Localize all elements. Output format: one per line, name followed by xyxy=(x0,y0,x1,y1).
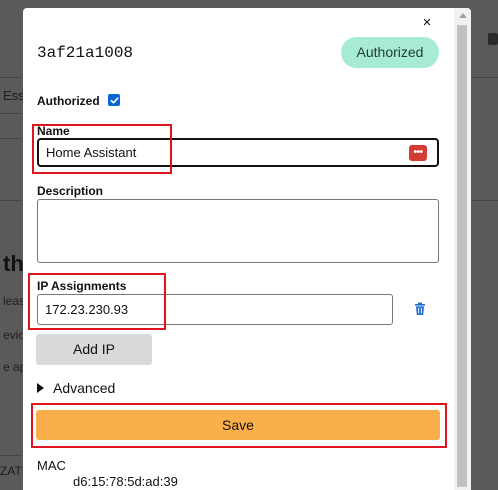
disclosure-triangle-icon xyxy=(37,383,44,393)
advanced-label: Advanced xyxy=(53,380,116,396)
name-input[interactable]: Home Assistant xyxy=(37,138,439,167)
bg-divider xyxy=(0,113,22,114)
description-textarea[interactable] xyxy=(37,199,439,263)
bg-text-fragment: leas xyxy=(3,294,26,308)
bg-icon xyxy=(488,33,498,45)
scrollbar[interactable] xyxy=(454,8,471,490)
scroll-up-arrow-icon[interactable] xyxy=(459,13,467,18)
bg-divider xyxy=(0,455,22,456)
password-manager-icon[interactable]: ••• xyxy=(409,145,427,161)
mac-value: d6:15:78:5d:ad:39 xyxy=(73,474,178,489)
bg-divider xyxy=(470,200,498,201)
node-id: 3af21a1008 xyxy=(37,44,134,62)
authorized-checkbox[interactable] xyxy=(108,94,120,106)
authorized-label: Authorized xyxy=(37,94,100,108)
bg-text-fragment: evic xyxy=(3,328,25,342)
save-button[interactable]: Save xyxy=(36,410,440,440)
bg-text-fragment: Ess xyxy=(3,88,25,103)
status-badge: Authorized xyxy=(341,37,439,68)
bg-divider xyxy=(0,77,22,78)
scrollbar-thumb[interactable] xyxy=(457,25,467,487)
bg-divider xyxy=(0,138,22,139)
bg-text-fragment: ZATI xyxy=(0,464,26,478)
close-button[interactable]: × xyxy=(416,12,438,34)
checkmark-icon xyxy=(110,96,118,104)
add-ip-button[interactable]: Add IP xyxy=(36,334,152,365)
bg-heading-fragment: th xyxy=(3,251,24,276)
member-detail-modal: × 3af21a1008 Authorized Authorized Name … xyxy=(23,8,471,490)
description-label: Description xyxy=(37,184,104,198)
ip-address-input[interactable]: 172.23.230.93 xyxy=(37,294,393,325)
bg-divider xyxy=(0,200,22,201)
advanced-toggle[interactable]: Advanced xyxy=(37,380,115,396)
trash-icon[interactable] xyxy=(413,302,427,316)
mac-label: MAC xyxy=(37,458,66,473)
bg-divider xyxy=(470,77,498,78)
name-label: Name xyxy=(37,124,70,138)
ip-assignments-label: IP Assignments xyxy=(37,279,127,293)
